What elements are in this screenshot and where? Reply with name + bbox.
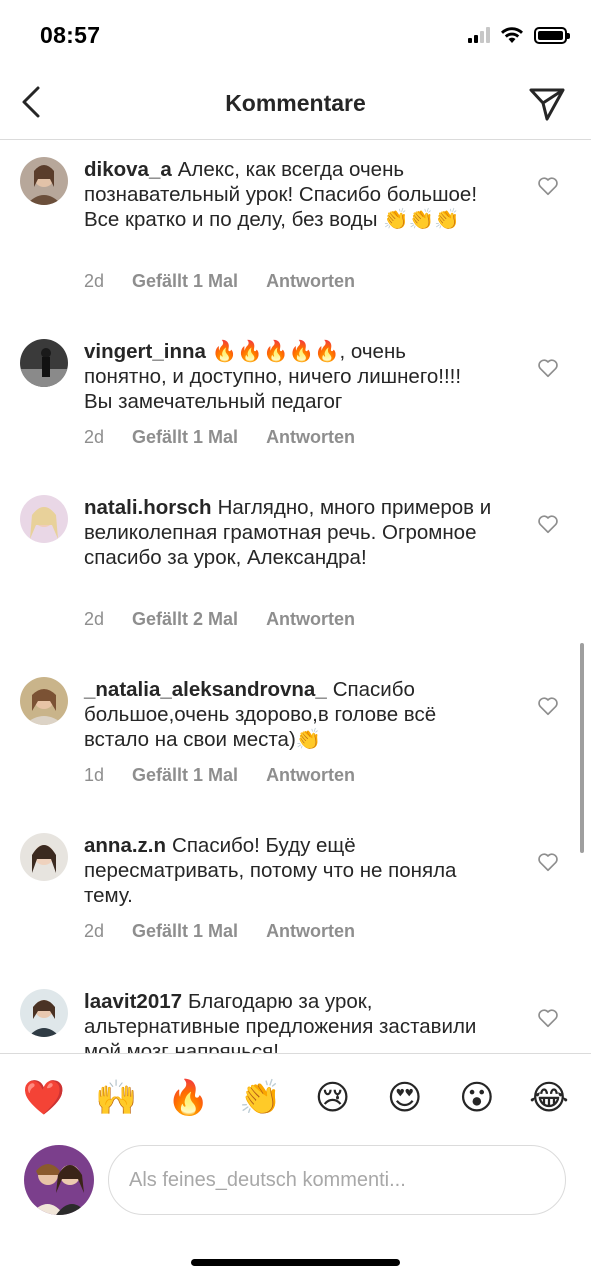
avatar[interactable] [20, 495, 68, 543]
comment-username[interactable]: anna.z.n [84, 834, 166, 857]
comment-text-block: _natalia_aleksandrovna_ Спасибо большое,о… [84, 677, 494, 752]
comment-meta: 1d Gefällt 1 Mal Antworten [84, 765, 355, 786]
comment-username[interactable]: _natalia_aleksandrovna_ [84, 678, 327, 701]
comment-age: 2d [84, 609, 105, 629]
comment-text-block: dikova_a Алекс, как всегда очень познават… [84, 157, 494, 232]
comment-input[interactable] [108, 1145, 566, 1215]
comment-likes[interactable]: Gefällt 1 Mal [132, 427, 238, 448]
comment-age: 2d [84, 271, 105, 291]
comment-meta: 2d Gefällt 1 Mal Antworten [84, 427, 355, 448]
comment-meta: 2d Gefällt 2 Mal Antworten [84, 609, 355, 630]
heart-icon[interactable] [537, 851, 559, 873]
comment-username[interactable]: natali.horsch [84, 496, 212, 519]
comment-username[interactable]: laavit2017 [84, 990, 182, 1013]
heart-icon[interactable] [537, 695, 559, 717]
reply-button[interactable]: Antworten [266, 609, 355, 630]
heart-emoji-button[interactable]: ❤️ [23, 1076, 65, 1120]
emoji-bar: ❤️ 🙌 🔥 👏 😢 😍 😮 😂 [0, 1053, 591, 1141]
scrollbar[interactable] [580, 643, 584, 853]
comment-meta: 2d Gefällt 1 Mal Antworten [84, 271, 355, 292]
comment-age: 2d [84, 921, 105, 941]
comment-text-block: natali.horsch Наглядно, много примеров и … [84, 495, 494, 570]
comment-text-block: anna.z.n Спасибо! Буду ещё пересматривать… [84, 833, 494, 908]
paper-plane-icon[interactable] [527, 84, 567, 124]
comment-likes[interactable]: Gefällt 1 Mal [132, 271, 238, 292]
clapping-hands-emoji-button[interactable]: 👏 [239, 1076, 281, 1120]
cellular-signal-icon [468, 27, 490, 43]
comment-likes[interactable]: Gefällt 2 Mal [132, 609, 238, 630]
comment-age: 2d [84, 427, 105, 447]
reply-button[interactable]: Antworten [266, 921, 355, 942]
avatar [24, 1145, 94, 1215]
heart-icon[interactable] [537, 1007, 559, 1029]
comment-username[interactable]: vingert_inna [84, 340, 206, 363]
comment-age: 1d [84, 765, 105, 785]
reply-button[interactable]: Antworten [266, 765, 355, 786]
avatar[interactable] [20, 833, 68, 881]
tears-of-joy-emoji-button[interactable]: 😂 [529, 1076, 569, 1120]
surprised-face-emoji-button[interactable]: 😮 [457, 1076, 497, 1120]
comments-list[interactable]: dikova_a Алекс, как всегда очень познават… [0, 141, 591, 1053]
home-indicator[interactable] [191, 1259, 400, 1266]
avatar[interactable] [20, 989, 68, 1037]
comment-composer [0, 1141, 591, 1225]
avatar[interactable] [20, 157, 68, 205]
status-icons [468, 26, 570, 44]
heart-icon[interactable] [537, 175, 559, 197]
heart-eyes-emoji-button[interactable]: 😍 [385, 1076, 425, 1120]
comment-likes[interactable]: Gefällt 1 Mal [132, 765, 238, 786]
reply-button[interactable]: Antworten [266, 271, 355, 292]
raising-hands-emoji-button[interactable]: 🙌 [95, 1076, 137, 1120]
comment-likes[interactable]: Gefällt 1 Mal [132, 921, 238, 942]
battery-icon [534, 26, 570, 44]
crying-face-emoji-button[interactable]: 😢 [313, 1076, 353, 1120]
comment-text-block: laavit2017 Благодарю за урок, альтернатив… [84, 989, 494, 1053]
avatar[interactable] [20, 339, 68, 387]
reply-button[interactable]: Antworten [266, 427, 355, 448]
nav-header: Kommentare [0, 68, 591, 140]
heart-icon[interactable] [537, 513, 559, 535]
comment-text-block: vingert_inna 🔥🔥🔥🔥🔥, очень понятно, и дост… [84, 339, 494, 414]
status-bar: 08:57 [0, 0, 591, 68]
heart-icon[interactable] [537, 357, 559, 379]
page-title: Kommentare [225, 90, 366, 116]
comment-username[interactable]: dikova_a [84, 158, 172, 181]
comment-meta: 2d Gefällt 1 Mal Antworten [84, 921, 355, 942]
wifi-icon [501, 27, 523, 43]
avatar[interactable] [20, 677, 68, 725]
fire-emoji-button[interactable]: 🔥 [167, 1076, 209, 1120]
status-time: 08:57 [40, 22, 101, 48]
